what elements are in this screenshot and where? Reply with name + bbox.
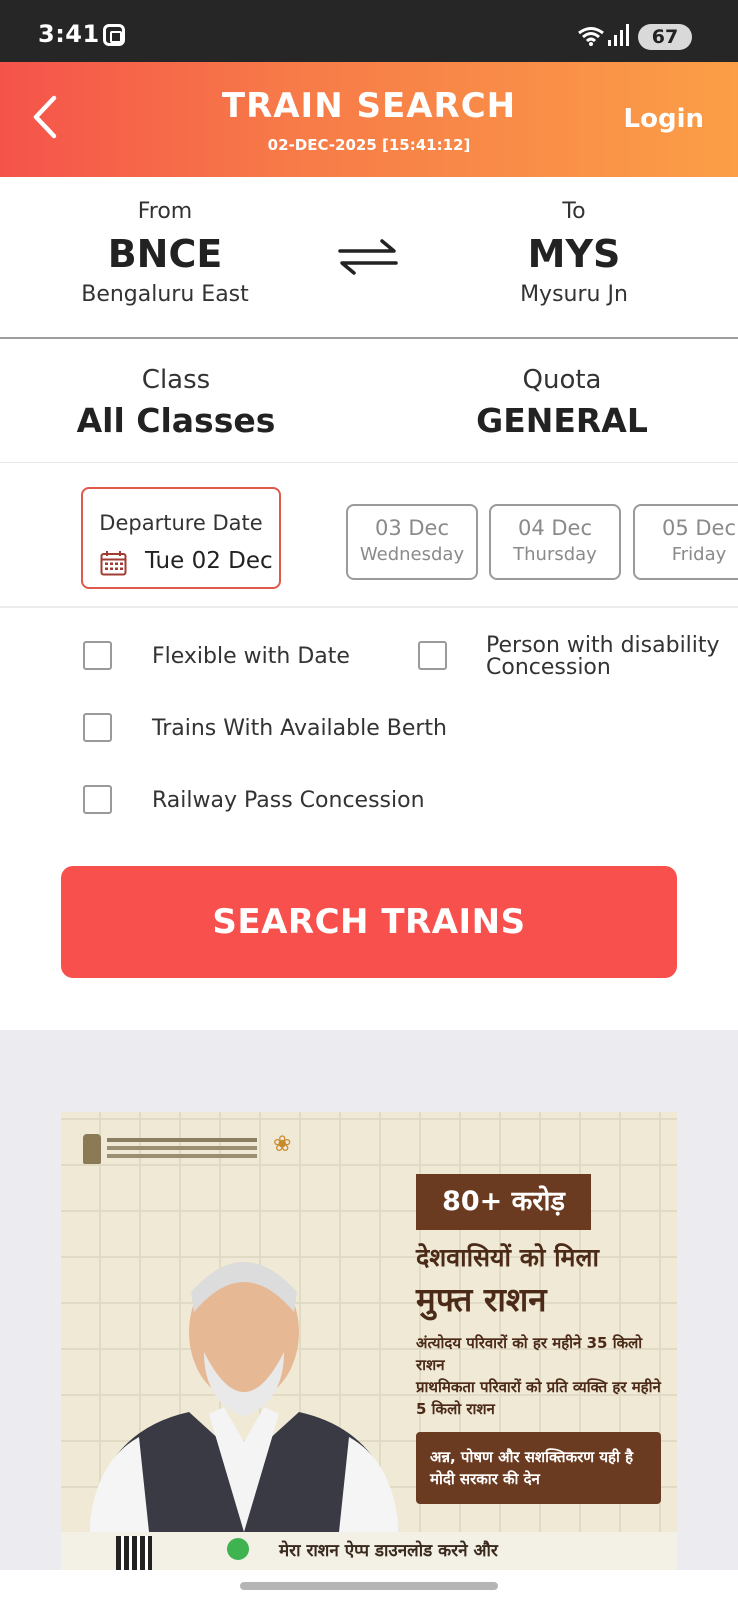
- ad-subtext-1: अंत्योदय परिवारों को हर महीने 35 किलो रा…: [416, 1334, 643, 1374]
- railway-pass-label: Railway Pass Concession: [152, 788, 425, 813]
- class-value: All Classes: [76, 401, 276, 440]
- portrait-image: [89, 1262, 399, 1532]
- battery-icon: 67: [638, 24, 692, 50]
- class-selector[interactable]: Class All Classes: [26, 365, 326, 440]
- from-code: BNCE: [107, 232, 223, 276]
- date-chip-date: 04 Dec: [517, 516, 593, 540]
- route-selector: From BNCE Bengaluru East To MYS Mysuru J…: [0, 177, 738, 339]
- screen-record-icon: [103, 24, 125, 46]
- date-chip-day: Wednesday: [359, 544, 465, 565]
- lotus-logo-icon: ❀: [273, 1132, 292, 1157]
- date-chip[interactable]: 05 Dec Friday: [633, 504, 738, 580]
- gesture-navigation-bar[interactable]: [240, 1582, 498, 1590]
- available-berth-label: Trains With Available Berth: [152, 716, 448, 741]
- wifi-icon: [578, 27, 604, 46]
- date-chip-date: 03 Dec: [374, 516, 450, 540]
- class-label: Class: [141, 365, 211, 395]
- departure-date-value: Tue 02 Dec: [145, 548, 273, 574]
- ad-badge: 80+ करोड़: [416, 1174, 591, 1230]
- disability-line-1: Person with disability: [486, 633, 720, 658]
- from-name: Bengaluru East: [81, 282, 249, 307]
- date-selector: Departure Date Tue 02 Dec 03 Dec Wednesd…: [0, 463, 738, 608]
- date-chip[interactable]: 04 Dec Thursday: [489, 504, 621, 580]
- ad-bottom-text: मेरा राशन ऐप्प डाउनलोड करने और: [279, 1541, 498, 1561]
- from-label: From: [137, 199, 193, 224]
- date-chip[interactable]: 03 Dec Wednesday: [346, 504, 478, 580]
- ad-logo-row: ❀: [83, 1128, 313, 1176]
- to-name: Mysuru Jn: [520, 282, 628, 307]
- ad-area: ❀ 80+ करोड़ देशवासियों को मिला मुफ्त राश…: [0, 1030, 738, 1570]
- railway-pass-checkbox[interactable]: [83, 785, 112, 814]
- date-chip-day: Thursday: [513, 544, 597, 565]
- from-station[interactable]: From BNCE Bengaluru East: [15, 199, 315, 307]
- emblem-icon: [83, 1134, 101, 1164]
- flexible-date-label: Flexible with Date: [152, 644, 350, 669]
- flexible-date-checkbox[interactable]: [83, 641, 112, 670]
- quota-value: GENERAL: [476, 401, 648, 440]
- to-code: MYS: [527, 232, 621, 276]
- calendar-icon: [100, 551, 127, 576]
- app-header: TRAIN SEARCH 02-DEC-2025 [15:41:12] Logi…: [0, 62, 738, 177]
- disability-concession-label: Person with disability Concession: [486, 635, 720, 679]
- ad-subtext-2: प्राथमिकता परिवारों को प्रति व्यक्ति हर …: [416, 1378, 661, 1418]
- login-button[interactable]: Login: [624, 104, 704, 134]
- status-time: 3:41: [38, 20, 100, 48]
- signal-icon: [608, 24, 632, 46]
- ad-banner[interactable]: ❀ 80+ करोड़ देशवासियों को मिला मुफ्त राश…: [61, 1112, 677, 1570]
- departure-date-button[interactable]: Departure Date Tue 02 Dec: [81, 487, 281, 589]
- swap-stations-icon[interactable]: [336, 237, 400, 277]
- whatsapp-icon: [227, 1538, 249, 1560]
- date-chip-day: Friday: [671, 544, 727, 565]
- ad-headline-2: मुफ्त राशन: [416, 1280, 547, 1319]
- ad-bottom-strip: मेरा राशन ऐप्प डाउनलोड करने और: [61, 1532, 677, 1570]
- qr-code-icon: [116, 1536, 152, 1570]
- search-options: Flexible with Date Person with disabilit…: [0, 620, 738, 840]
- status-bar: 3:41 67: [0, 0, 738, 62]
- to-station[interactable]: To MYS Mysuru Jn: [424, 199, 724, 307]
- quota-selector[interactable]: Quota GENERAL: [412, 365, 712, 440]
- disability-line-2: Concession: [486, 655, 611, 680]
- date-chip-date: 05 Dec: [661, 516, 737, 540]
- class-quota-row: Class All Classes Quota GENERAL: [0, 341, 738, 463]
- search-trains-button[interactable]: SEARCH TRAINS: [61, 866, 677, 978]
- ad-headline-1: देशवासियों को मिला: [416, 1243, 599, 1272]
- header-datetime: 02-DEC-2025 [15:41:12]: [267, 136, 471, 154]
- departure-date-label: Departure Date: [99, 511, 263, 535]
- ad-ministry-text: [107, 1138, 257, 1142]
- quota-label: Quota: [522, 365, 602, 395]
- ad-tagline-box: अन्न, पोषण और सशक्तिकरण यही है मोदी सरका…: [416, 1432, 661, 1504]
- available-berth-checkbox[interactable]: [83, 713, 112, 742]
- disability-concession-checkbox[interactable]: [418, 641, 447, 670]
- to-label: To: [562, 199, 586, 224]
